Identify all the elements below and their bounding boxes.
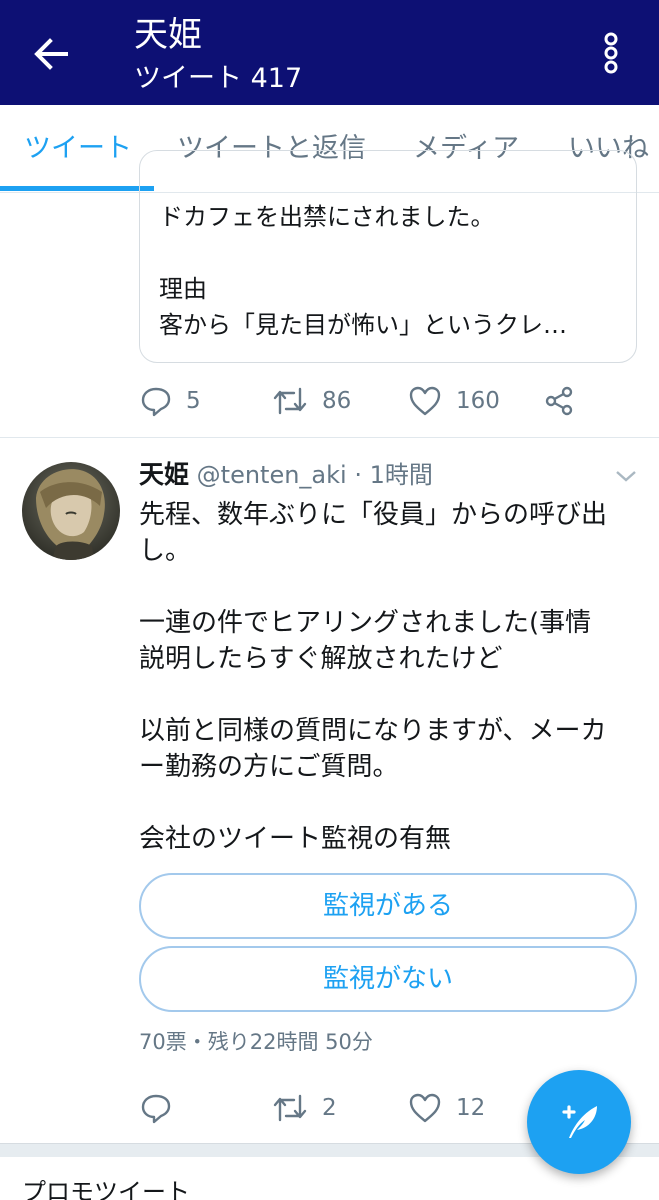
active-tab-indicator — [0, 186, 154, 191]
quoted-text-line: ドカフェを出禁にされました。 — [159, 203, 495, 231]
share-icon — [545, 386, 573, 416]
retweet-count: 2 — [322, 1095, 337, 1121]
profile-title: 天姫 — [134, 15, 202, 55]
reply-button[interactable] — [140, 1083, 186, 1133]
reply-button[interactable]: 5 — [140, 376, 201, 426]
avatar-image — [22, 462, 120, 560]
share-button[interactable] — [543, 376, 575, 426]
reply-icon — [141, 1094, 171, 1124]
previous-tweet-actions: 5 86 160 — [0, 376, 659, 426]
tweet-count: ツイート 417 — [134, 63, 303, 94]
back-button[interactable] — [30, 33, 72, 75]
tab-tweets[interactable]: ツイート — [24, 105, 132, 192]
reply-count: 5 — [186, 388, 201, 414]
tweet-menu-button[interactable] — [612, 466, 640, 486]
chevron-down-icon — [616, 471, 636, 482]
tweet-text-line: 説明したらすぐ解放されたけど — [139, 644, 503, 674]
compose-feather-icon — [562, 1105, 597, 1138]
poll-meta: 70票・残り22時間 50分 — [139, 1030, 373, 1054]
compose-tweet-button[interactable] — [527, 1070, 631, 1174]
arrow-left-icon — [34, 38, 68, 70]
promoted-tweet-label: プロモツイート — [22, 1178, 190, 1200]
tweet-text-line: し。 — [139, 536, 192, 566]
avatar[interactable] — [22, 462, 120, 560]
retweet-icon — [273, 1094, 307, 1122]
poll-option-1[interactable]: 監視がある — [139, 873, 637, 939]
author-handle[interactable]: @tenten_aki — [197, 461, 347, 489]
tweet-text-line: ー勤務の方にご質問。 — [139, 752, 399, 782]
tweet-time: · 1時間 — [354, 461, 433, 489]
tweet-text-line: 一連の件でヒアリングされました(事情 — [139, 608, 592, 638]
tweet-header: 天姫 @tenten_aki · 1時間 — [139, 458, 433, 492]
tweet-text-line: 会社のツイート監視の有無 — [139, 824, 452, 854]
reply-icon — [141, 387, 171, 417]
retweet-button[interactable]: 86 — [272, 376, 351, 426]
like-count: 12 — [456, 1095, 486, 1121]
heart-icon — [409, 386, 441, 416]
author-name[interactable]: 天姫 — [139, 460, 189, 489]
more-vertical-icon — [604, 32, 618, 74]
tweet-text-line: 以前と同様の質問になりますが、メーカ — [139, 716, 607, 746]
poll-option-2[interactable]: 監視がない — [139, 946, 637, 1012]
quoted-text-line: 客から「見た目が怖い」というクレ… — [159, 311, 567, 339]
quoted-text-line: 理由 — [159, 275, 207, 303]
tweet-divider — [0, 437, 659, 438]
like-count: 160 — [456, 388, 500, 414]
retweet-button[interactable]: 2 — [272, 1083, 337, 1133]
heart-icon — [409, 1093, 441, 1123]
like-button[interactable]: 12 — [408, 1083, 485, 1133]
retweet-icon — [273, 387, 307, 415]
more-button[interactable] — [596, 32, 626, 74]
app-bar: 天姫 ツイート 417 — [0, 0, 659, 105]
tweet-text-line: 先程、数年ぶりに「役員」からの呼び出 — [139, 500, 608, 530]
like-button[interactable]: 160 — [408, 376, 500, 426]
retweet-count: 86 — [322, 388, 352, 414]
